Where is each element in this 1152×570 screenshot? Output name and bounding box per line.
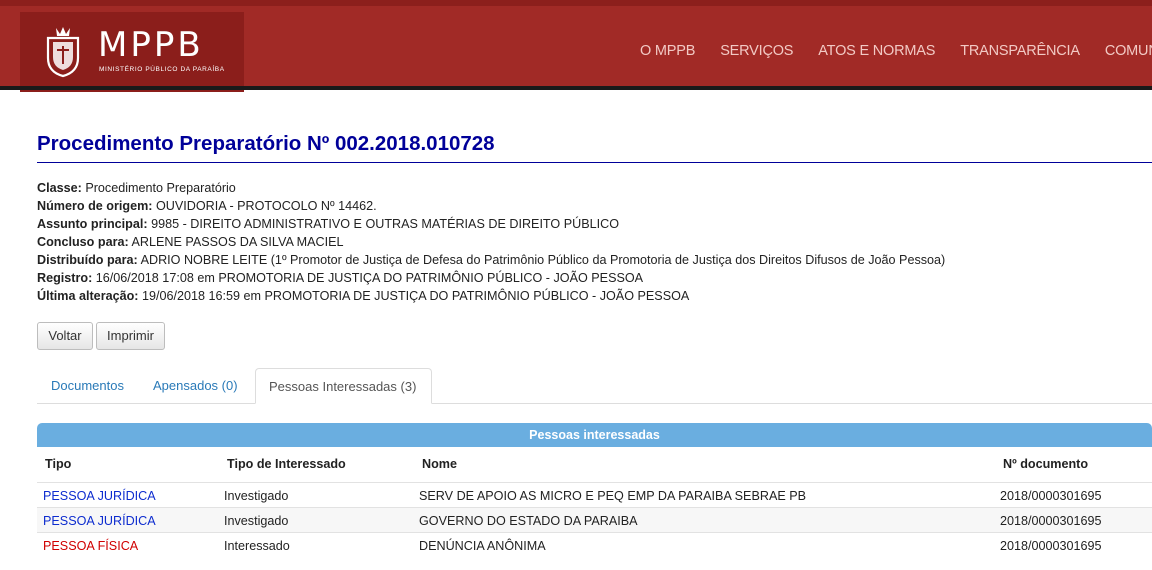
tab-pessoas-interessadas[interactable]: Pessoas Interessadas (3) <box>255 368 432 404</box>
site-header: MPPB MINISTÉRIO PÚBLICO DA PARAÍBA O MPP… <box>0 0 1152 92</box>
cell-tipo-interessado: Investigado <box>224 489 289 503</box>
cell-documento: 2018/0000301695 <box>1000 489 1102 503</box>
logo-subtitle: MINISTÉRIO PÚBLICO DA PARAÍBA <box>99 66 225 73</box>
cell-tipo[interactable]: PESSOA JURÍDICA <box>43 514 156 528</box>
column-header-documento: Nº documento <box>1003 457 1089 471</box>
back-button[interactable]: Voltar <box>37 322 93 350</box>
cell-documento: 2018/0000301695 <box>1000 539 1102 553</box>
cell-nome: SERV DE APOIO AS MICRO E PEQ EMP DA PARA… <box>419 489 807 503</box>
tab-apensados[interactable]: Apensados (0) <box>153 368 238 404</box>
info-concluso: Concluso para: ARLENE PASSOS DA SILVA MA… <box>37 235 344 249</box>
nav-comunicacao[interactable]: COMUNICA <box>1105 43 1152 59</box>
cell-tipo-interessado: Interessado <box>224 539 290 553</box>
cell-tipo[interactable]: PESSOA FÍSICA <box>43 539 138 553</box>
logo-title: MPPB <box>98 25 204 65</box>
info-numero-origem: Número de origem: OUVIDORIA - PROTOCOLO … <box>37 199 377 213</box>
cell-tipo-interessado: Investigado <box>224 514 289 528</box>
column-header-tipo: Tipo <box>45 457 72 471</box>
column-header-tipo-interessado: Tipo de Interessado <box>227 457 346 471</box>
coat-of-arms-icon <box>46 27 80 78</box>
table-row: PESSOA JURÍDICA Investigado GOVERNO DO E… <box>37 507 1152 532</box>
table-caption: Pessoas interessadas <box>37 423 1152 447</box>
info-distribuido: Distribuído para: ADRIO NOBRE LEITE (1º … <box>37 253 946 267</box>
table-row: PESSOA JURÍDICA Investigado SERV DE APOI… <box>37 482 1152 507</box>
nav-transparencia[interactable]: TRANSPARÊNCIA <box>960 43 1080 59</box>
info-classe: Classe: Procedimento Preparatório <box>37 181 236 195</box>
main-nav: O MPPB SERVIÇOS ATOS E NORMAS TRANSPARÊN… <box>640 43 1152 59</box>
nav-o-mppb[interactable]: O MPPB <box>640 43 695 59</box>
cell-nome: GOVERNO DO ESTADO DA PARAIBA <box>419 514 638 528</box>
cell-tipo[interactable]: PESSOA JURÍDICA <box>43 489 156 503</box>
info-assunto: Assunto principal: 9985 - DIREITO ADMINI… <box>37 217 619 231</box>
cell-documento: 2018/0000301695 <box>1000 514 1102 528</box>
nav-atos-e-normas[interactable]: ATOS E NORMAS <box>818 43 935 59</box>
column-header-nome: Nome <box>422 457 457 471</box>
procedure-info: Classe: Procedimento Preparatório Número… <box>37 179 945 305</box>
header-divider <box>0 86 1152 90</box>
page-title: Procedimento Preparatório Nº 002.2018.01… <box>37 132 495 155</box>
info-registro: Registro: 16/06/2018 17:08 em PROMOTORIA… <box>37 271 644 285</box>
cell-nome: DENÚNCIA ANÔNIMA <box>419 539 546 553</box>
nav-servicos[interactable]: SERVIÇOS <box>720 43 793 59</box>
info-ultima-alteracao: Última alteração: 19/06/2018 16:59 em PR… <box>37 289 690 303</box>
table-row: PESSOA FÍSICA Interessado DENÚNCIA ANÔNI… <box>37 532 1152 557</box>
print-button[interactable]: Imprimir <box>96 322 165 350</box>
site-logo[interactable]: MPPB MINISTÉRIO PÚBLICO DA PARAÍBA <box>20 12 244 92</box>
tab-documentos[interactable]: Documentos <box>51 368 124 404</box>
title-divider <box>37 162 1152 163</box>
